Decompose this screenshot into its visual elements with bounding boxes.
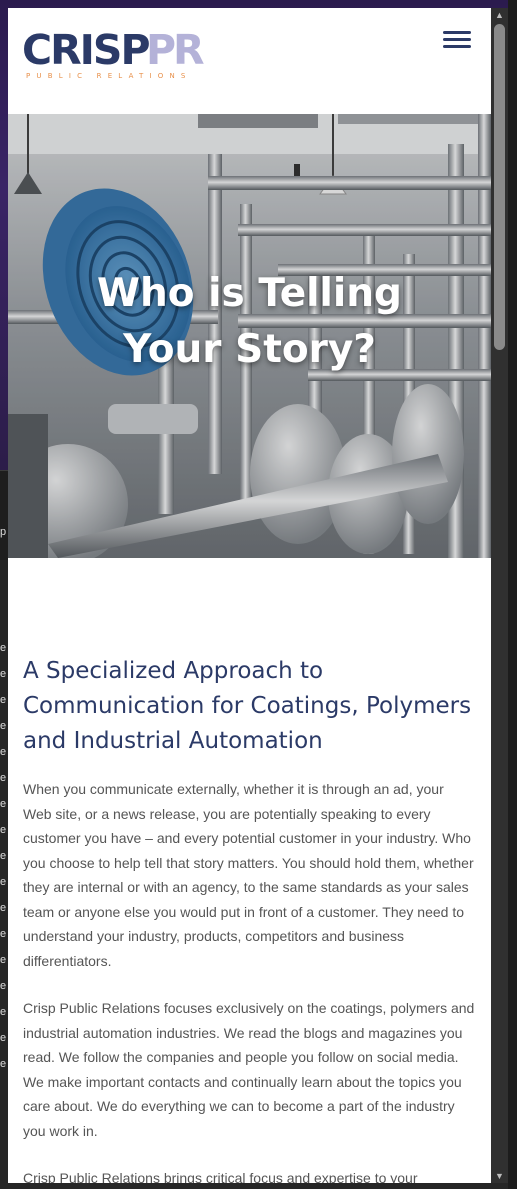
backdrop-peek-text: e — [0, 850, 7, 862]
backdrop-peek-text: p — [0, 526, 7, 538]
backdrop-peek-text: e — [0, 928, 7, 940]
backdrop-peek-text: e — [0, 954, 7, 966]
scroll-thumb[interactable] — [494, 24, 505, 350]
body-paragraph: Crisp Public Relations focuses exclusive… — [23, 1000, 475, 1139]
backdrop-peek-text: e — [0, 1006, 7, 1018]
hero-title: Who is Telling Your Story? — [97, 271, 402, 372]
logo-wordmark-accent: PR — [146, 26, 204, 74]
backdrop-peek-text: e — [0, 642, 7, 654]
body-paragraph: When you communicate externally, whether… — [23, 781, 474, 969]
backdrop-peek-text: e — [0, 980, 7, 992]
logo-tagline: PUBLIC RELATIONS — [26, 72, 192, 80]
section-heading: A Specialized Approach to Communication … — [23, 658, 472, 754]
hamburger-bar — [443, 44, 471, 48]
backdrop-peek-text: e — [0, 772, 7, 784]
window-edge — [508, 0, 517, 1189]
hamburger-icon[interactable] — [443, 28, 471, 50]
scroll-down-icon[interactable]: ▼ — [491, 1169, 508, 1183]
backdrop-peek-text: e — [0, 720, 7, 732]
hero-banner: Who is Telling Your Story? — [8, 114, 491, 558]
body-paragraph: Crisp Public Relations brings critical f… — [23, 1170, 418, 1183]
backdrop-peek-text: e — [0, 694, 7, 706]
backdrop-peek-text: e — [0, 746, 7, 758]
crisp-pr-logo[interactable]: CRISP PR PUBLIC RELATIONS — [22, 24, 212, 84]
vertical-scrollbar[interactable]: ▲ ▼ — [491, 8, 508, 1183]
backdrop-peek-text: e — [0, 1032, 7, 1044]
backdrop-peek-text: e — [0, 876, 7, 888]
backdrop-peek-text: e — [0, 824, 7, 836]
main-content: A Specialized Approach to Communication … — [8, 558, 491, 1183]
backdrop-peek-text: e — [0, 668, 7, 680]
page-frame: CRISP PR PUBLIC RELATIONS Who is Telling… — [8, 8, 491, 1183]
backdrop-peek-text: e — [0, 798, 7, 810]
hamburger-bar — [443, 30, 471, 34]
backdrop-peek-text: e — [0, 902, 7, 914]
backdrop-peek-text: e — [0, 1058, 7, 1070]
site-header: CRISP PR PUBLIC RELATIONS — [8, 8, 491, 114]
logo-wordmark-main: CRISP — [22, 26, 149, 74]
scroll-up-icon[interactable]: ▲ — [491, 8, 508, 22]
hamburger-bar — [443, 37, 471, 41]
